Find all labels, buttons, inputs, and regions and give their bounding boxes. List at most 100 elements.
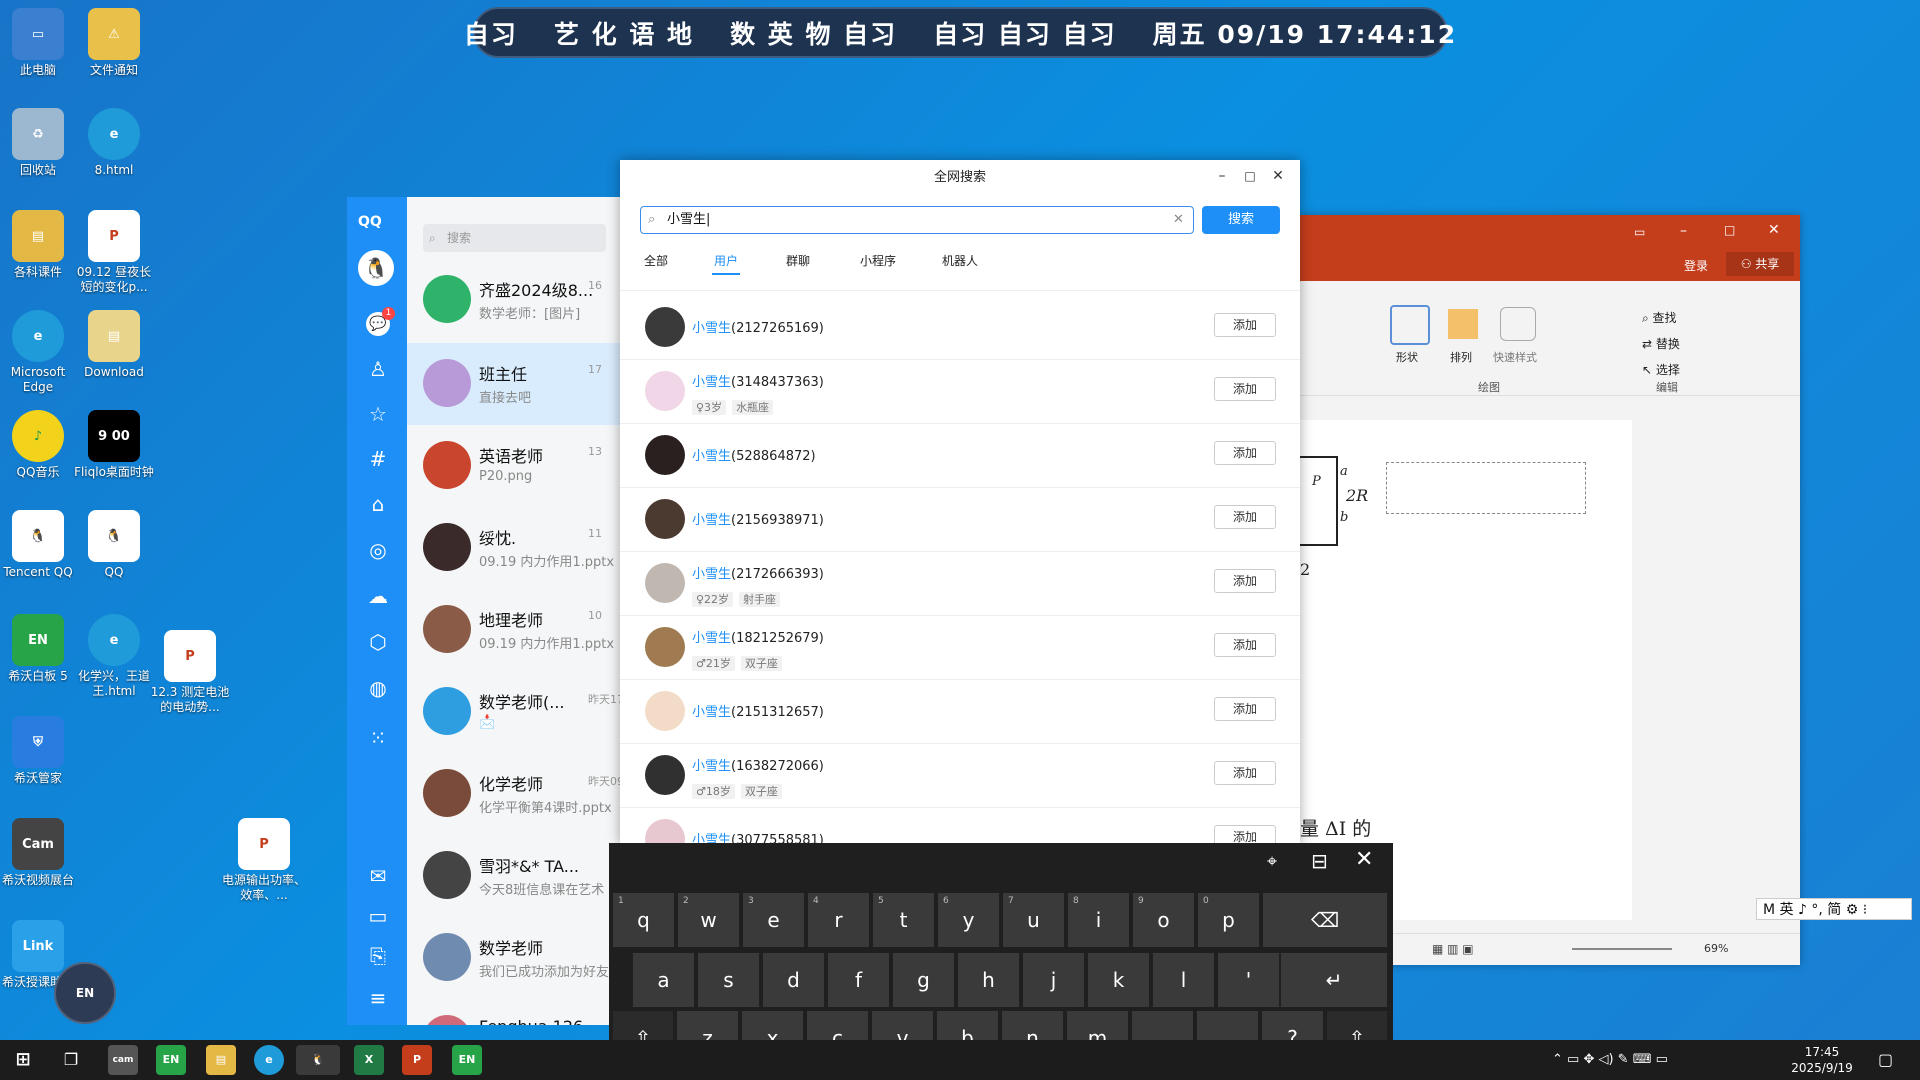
text-placeholder[interactable] — [1386, 462, 1586, 514]
key-7[interactable]: 8i — [1068, 893, 1129, 947]
desktop-icon-edge[interactable]: e Microsoft Edge — [0, 310, 80, 395]
maximize-icon[interactable]: □ — [1240, 166, 1260, 186]
desktop-icon-this-pc[interactable]: ▭ 此电脑 — [0, 8, 80, 78]
conversation-item[interactable]: 齐盛2024级8... 数学老师：[图片] 16 — [407, 259, 620, 341]
conversation-item[interactable]: 数学老师(...📩昨天17 — [407, 671, 620, 753]
desktop-icon-file-notice[interactable]: ⚠ 文件通知 — [72, 8, 156, 78]
move-keyboard-icon[interactable]: ⌖ — [1267, 851, 1277, 872]
key-8[interactable]: 9o — [1133, 893, 1194, 947]
desktop-icon-qq[interactable]: 🐧 QQ — [72, 510, 156, 580]
apps-grid-icon[interactable]: ⁙ — [366, 726, 390, 750]
planet-icon[interactable]: ◍ — [366, 676, 390, 700]
key-8[interactable]: l — [1153, 953, 1214, 1007]
bookmark-icon[interactable]: ⎘ — [366, 944, 390, 968]
conversation-item[interactable]: 绥忱. 09.19 内力作用1.pptx 11 — [407, 507, 620, 589]
desktop-icon-camera[interactable]: Cam 希沃视频展台 — [0, 818, 80, 888]
result-row[interactable]: 小雪生(3148437363) ♀3岁 水瓶座 添加 — [620, 361, 1300, 424]
shape-icon[interactable] — [1390, 305, 1430, 345]
conversation-item[interactable]: 雪羽*&* TA... 今天8班信息课在艺术 — [407, 835, 620, 917]
desktop-icon-8html[interactable]: e 8.html — [72, 108, 156, 178]
desktop-icon-courseware[interactable]: ▤ 各科课件 — [0, 210, 80, 280]
key-6[interactable]: j — [1023, 953, 1084, 1007]
add-button[interactable]: 添加 — [1214, 569, 1276, 593]
result-row[interactable]: 小雪生(3077558581) 添加 — [620, 809, 1300, 845]
key-2[interactable]: 3e — [743, 893, 804, 947]
search-input[interactable]: ⌕ 小雪生| ✕ — [640, 206, 1194, 234]
contacts-icon[interactable]: ♙ — [366, 357, 390, 381]
ppt-login-button[interactable]: 登录 — [1684, 257, 1708, 274]
ppt-find-button[interactable]: ⌕ 查找 — [1642, 309, 1677, 326]
result-row[interactable]: 小雪生(1821252679) ♂21岁 双子座 添加 — [620, 617, 1300, 680]
tray-icons[interactable]: ⌃ ▭ ✥ ◁) ✎ ⌨ ▭ — [1552, 1052, 1668, 1067]
ppt-view-icons[interactable]: ▦ ▥ ▣ — [1432, 942, 1474, 956]
file-explorer-icon[interactable]: ▤ — [206, 1045, 236, 1075]
add-button[interactable]: 添加 — [1214, 377, 1276, 401]
conversation-item[interactable]: 英语老师 P20.png 13 — [407, 425, 620, 507]
keyboard-layout-icon[interactable]: ⊟ — [1311, 849, 1328, 873]
desktop-icon-chem-html[interactable]: e 化学兴，王道王.html — [72, 614, 156, 699]
key-1[interactable]: s — [698, 953, 759, 1007]
key-9[interactable]: 0p — [1198, 893, 1259, 947]
ppt-restore-icon[interactable]: ▭ — [1634, 225, 1645, 239]
add-button[interactable]: 添加 — [1214, 697, 1276, 721]
key-1[interactable]: 2w — [678, 893, 739, 947]
desktop-icon-tencent-qq[interactable]: 🐧 Tencent QQ — [0, 510, 80, 580]
add-button[interactable]: 添加 — [1214, 441, 1276, 465]
qq-taskbar-icon[interactable]: 🐧 — [296, 1045, 340, 1075]
ppt-zoom-slider[interactable] — [1572, 948, 1672, 950]
mail-icon[interactable]: ✉ — [366, 864, 390, 888]
camera-app-icon[interactable]: cam — [108, 1045, 138, 1075]
key-4[interactable]: 5t — [873, 893, 934, 947]
notification-icon[interactable]: ▢ — [1878, 1050, 1893, 1069]
pet-icon[interactable]: ☁ — [366, 584, 390, 608]
desktop-icon-fliqlo[interactable]: 9 00 Fliqlo桌面时钟 — [72, 410, 156, 480]
desktop-icon-recycle-bin[interactable]: ♻ 回收站 — [0, 108, 80, 178]
edge-taskbar-icon[interactable]: e — [254, 1045, 284, 1075]
backspace-key[interactable]: ⌫ — [1263, 893, 1387, 947]
ppt-taskbar-icon[interactable]: P — [402, 1045, 432, 1075]
star-icon[interactable]: ☆ — [366, 402, 390, 426]
add-button[interactable]: 添加 — [1214, 313, 1276, 337]
conversation-item-selected[interactable]: 班主任 直接去吧 17 — [407, 343, 620, 425]
folder-icon[interactable]: ▭ — [366, 904, 390, 928]
key-5[interactable]: 6y — [938, 893, 999, 947]
game-icon[interactable]: ◎ — [366, 538, 390, 562]
ppt-maximize-icon[interactable]: □ — [1724, 223, 1735, 237]
key-9[interactable]: ' — [1218, 953, 1279, 1007]
ppt-close-icon[interactable]: ✕ — [1768, 222, 1780, 238]
add-button[interactable]: 添加 — [1214, 505, 1276, 529]
clear-input-icon[interactable]: ✕ — [1173, 207, 1184, 233]
result-row[interactable]: 小雪生(2172666393) ♀22岁 射手座 添加 — [620, 553, 1300, 616]
desktop-icon-qq-music[interactable]: ♪ QQ音乐 — [0, 410, 80, 480]
enter-key[interactable]: ↵ — [1281, 953, 1387, 1007]
search-button[interactable]: 搜索 — [1202, 206, 1280, 234]
key-2[interactable]: d — [763, 953, 824, 1007]
conversation-item[interactable]: 化学老师化学平衡第4课时.pptx昨天09 — [407, 753, 620, 835]
en-board-taskbar-icon[interactable]: EN — [156, 1045, 186, 1075]
tab-groups[interactable]: 群聊 — [786, 252, 810, 269]
ppt-minimize-icon[interactable]: – — [1680, 223, 1687, 239]
tab-mini-programs[interactable]: 小程序 — [860, 252, 896, 269]
add-button[interactable]: 添加 — [1214, 633, 1276, 657]
key-0[interactable]: 1q — [613, 893, 674, 947]
desktop-icon-seewo-board[interactable]: EN 希沃白板 5 — [0, 614, 80, 684]
ppt-replace-button[interactable]: ⇄ 替换 — [1642, 335, 1680, 352]
en-board-taskbar-icon-2[interactable]: EN — [452, 1045, 482, 1075]
key-4[interactable]: g — [893, 953, 954, 1007]
desktop-icon-seewo-manager[interactable]: ⛨ 希沃管家 — [0, 716, 80, 786]
result-row[interactable]: 小雪生(2156938971) 添加 — [620, 489, 1300, 552]
space-icon[interactable]: ⌂ — [366, 492, 390, 516]
ppt-select-button[interactable]: ↖ 选择 — [1642, 361, 1680, 378]
quick-style-icon[interactable] — [1500, 307, 1536, 341]
ime-toolbar[interactable]: M 英 ♪ °, 简 ⚙ ⁝ — [1756, 898, 1912, 920]
key-5[interactable]: h — [958, 953, 1019, 1007]
result-row[interactable]: 小雪生(1638272066) ♂18岁 双子座 添加 — [620, 745, 1300, 808]
user-avatar[interactable]: 🐧 — [358, 250, 394, 286]
desktop-icon-ppt-power[interactable]: P 电源输出功率、效率、... — [222, 818, 306, 903]
key-6[interactable]: 7u — [1003, 893, 1064, 947]
result-row[interactable]: 小雪生(2151312657) 添加 — [620, 681, 1300, 744]
add-button[interactable]: 添加 — [1214, 761, 1276, 785]
task-view-icon[interactable]: ❐ — [56, 1045, 86, 1075]
tab-all[interactable]: 全部 — [644, 252, 668, 269]
desktop-icon-ppt-0912[interactable]: P 09.12 昼夜长短的变化p... — [72, 210, 156, 295]
